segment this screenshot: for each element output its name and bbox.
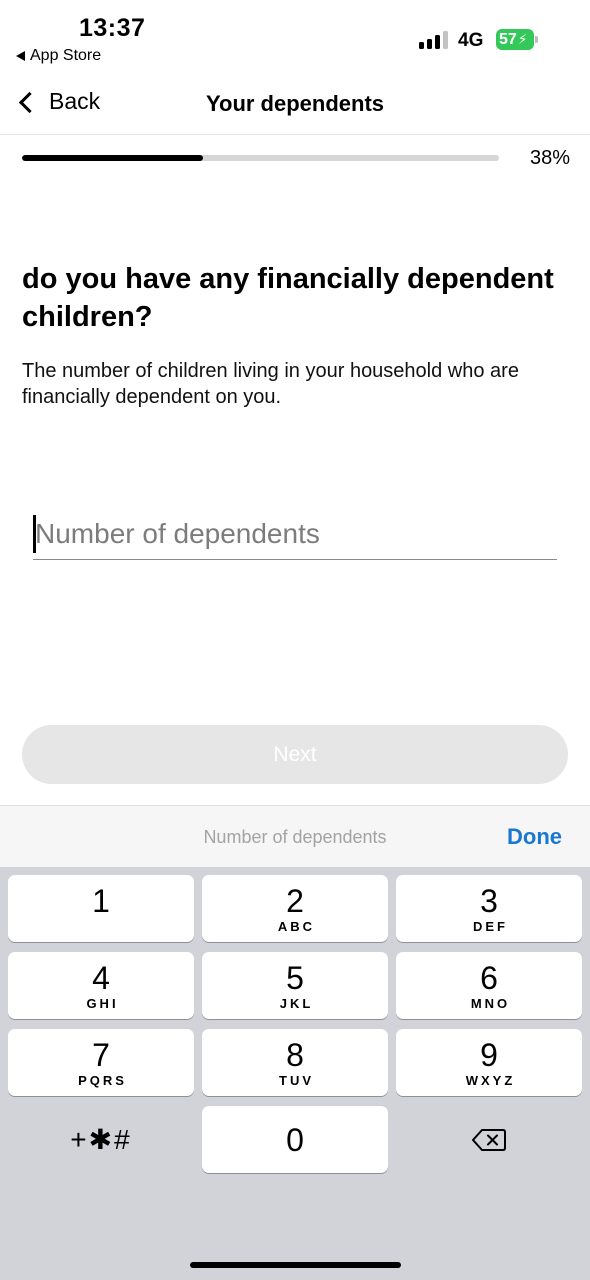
key-letters: TUV <box>279 1072 314 1088</box>
network-type: 4G <box>458 30 484 51</box>
key-letters: PQRS <box>78 1072 127 1088</box>
home-indicator[interactable] <box>190 1262 401 1268</box>
numeric-keypad: 1 2 ABC 3 DEF 4 GHI 5 JKL 6 MNO 7 PQRS 8… <box>0 867 590 1280</box>
key-digit: 5 <box>286 959 304 996</box>
key-letters: GHI <box>86 995 119 1011</box>
key-7[interactable]: 7 PQRS <box>8 1029 194 1096</box>
back-button[interactable]: Back <box>16 88 100 115</box>
key-letters: DEF <box>473 918 508 934</box>
chevron-left-icon <box>18 91 41 113</box>
key-1[interactable]: 1 <box>8 875 194 942</box>
progress-fill <box>22 155 204 161</box>
key-letters <box>100 920 103 934</box>
key-delete[interactable] <box>396 1106 582 1173</box>
dependents-field[interactable] <box>33 510 557 560</box>
progress-percent: 38% <box>529 147 570 169</box>
key-digit: 7 <box>92 1036 110 1073</box>
symbols-label: +✱# <box>70 1124 132 1155</box>
key-6[interactable]: 6 MNO <box>396 952 582 1019</box>
back-to-app-link[interactable]: App Store <box>16 47 101 65</box>
progress-bar <box>22 155 499 161</box>
keyboard-accessory-bar: Number of dependents Done <box>0 805 590 867</box>
key-8[interactable]: 8 TUV <box>202 1029 388 1096</box>
key-2[interactable]: 2 ABC <box>202 875 388 942</box>
back-to-app-label: App Store <box>30 47 102 64</box>
key-letters: WXYZ <box>465 1072 516 1088</box>
battery-level: 57 <box>499 30 517 48</box>
key-digit: 0 <box>286 1121 304 1158</box>
next-button[interactable]: Next <box>22 725 568 784</box>
key-5[interactable]: 5 JKL <box>202 952 388 1019</box>
delete-backspace-icon <box>472 1128 506 1151</box>
key-symbols[interactable]: +✱# <box>8 1106 194 1173</box>
key-digit: 6 <box>480 959 498 996</box>
back-triangle-icon <box>16 51 25 61</box>
key-9[interactable]: 9 WXYZ <box>396 1029 582 1096</box>
keyboard-field-hint: Number of dependents <box>203 827 387 847</box>
key-0[interactable]: 0 <box>202 1106 388 1173</box>
key-digit: 3 <box>480 882 498 919</box>
key-letters: MNO <box>470 995 511 1011</box>
key-digit: 1 <box>92 882 110 919</box>
key-digit: 2 <box>286 882 304 919</box>
status-bar: 13:37 App Store 4G 57 ⚡ <box>0 0 590 78</box>
question-description: The number of children living in your ho… <box>22 360 519 408</box>
charging-bolt-icon: ⚡ <box>517 31 528 47</box>
key-letters: ABC <box>277 918 316 934</box>
question-title: do you have any financially dependent ch… <box>22 263 554 333</box>
key-3[interactable]: 3 DEF <box>396 875 582 942</box>
back-button-label: Back <box>49 88 101 114</box>
key-digit: 8 <box>286 1036 304 1073</box>
navigation-bar: Your dependents Back <box>0 78 590 135</box>
key-digit: 4 <box>92 959 110 996</box>
status-time: 13:37 <box>79 14 146 42</box>
battery-icon: 57 ⚡ <box>496 29 534 50</box>
dependents-input[interactable] <box>35 510 555 558</box>
key-4[interactable]: 4 GHI <box>8 952 194 1019</box>
done-button[interactable]: Done <box>507 824 562 850</box>
key-digit: 9 <box>480 1036 498 1073</box>
key-letters: JKL <box>279 995 314 1011</box>
cellular-signal-icon <box>419 31 449 49</box>
battery-cap <box>535 36 538 43</box>
